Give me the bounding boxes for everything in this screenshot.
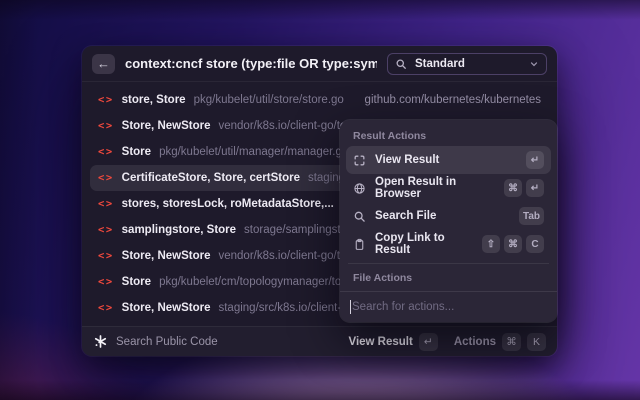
repository-name: github.com/kubernetes/kubernetes [365,94,541,106]
sourcegraph-logo-icon [93,334,108,349]
actions-search-bar [340,291,557,322]
file-path: pkg/kubelet/util/manager/manager.go [159,146,348,158]
actions-menu: Result ActionsView Result↵Open Result in… [340,120,557,322]
return-key-badge: ↵ [419,333,438,351]
menu-item-label: Copy Link to Result [375,232,474,256]
key-badge: C [526,235,544,253]
menu-item[interactable]: Open Result in Browser ⌘↵ [346,174,551,202]
symbol-names: samplingstore, Store [122,224,236,236]
key-badge: ⌘ [504,179,522,197]
shortcut-keys: ⇧⌘C [482,235,544,253]
dropdown-selected-value: Standard [415,58,465,70]
view-result-icon [353,154,367,167]
file-path: pkg/kubelet/util/store/store.go [194,94,344,106]
code-symbol-icon: <> [98,146,114,158]
symbol-names: Store [122,146,151,158]
actions-button[interactable]: Actions [454,336,496,348]
key-badge: ⌘ [504,235,522,253]
code-symbol-icon: <> [98,120,114,132]
shortcut-keys: Tab [519,207,544,225]
actions-search-input[interactable] [352,301,547,313]
code-symbol-icon: <> [98,224,114,236]
code-symbol-icon: <> [98,250,114,262]
menu-section-title: Result Actions [346,124,551,146]
symbol-names: Store, NewStore [122,250,211,262]
query-bar: ← context:cncf store (type:file OR type:… [82,46,557,82]
code-symbol-icon: <> [98,198,114,210]
back-arrow-icon: ← [97,57,110,70]
menu-item-label: Open Result in Browser [375,176,496,200]
menu-section-divider [348,263,549,264]
symbol-names: CertificateStore, Store, certStore [122,172,300,184]
symbol-names: store, Store [122,94,186,106]
search-pattern-dropdown[interactable]: Standard [387,53,547,75]
menu-item[interactable]: Copy Link to Result ⇧⌘C [346,230,551,258]
globe-icon [353,182,367,195]
key-badge: ⇧ [482,235,500,253]
menu-item-label: Search File [375,210,436,222]
symbol-names: Store [122,276,151,288]
symbol-names: stores, storesLock, roMetadataStore,... [122,198,334,210]
code-symbol-icon: <> [98,276,114,288]
app-label: Search Public Code [116,336,218,348]
menu-section-title: File Actions [346,266,551,288]
code-symbol-icon: <> [98,94,114,106]
view-result-action[interactable]: View Result [348,336,412,348]
chevron-down-icon [529,59,539,69]
key-badge: ↵ [526,179,544,197]
clipboard-icon [353,238,367,251]
actions-menu-list: Result ActionsView Result↵Open Result in… [340,120,557,291]
search-icon [395,58,409,70]
code-symbol-icon: <> [98,172,114,184]
k-key-badge: K [527,333,546,351]
key-badge: Tab [519,207,544,225]
symbol-names: Store, NewStore [122,302,211,314]
menu-item[interactable]: Search File Tab [346,202,551,230]
shortcut-keys: ⌘↵ [504,179,544,197]
back-button[interactable]: ← [92,54,115,74]
search-icon [353,210,367,223]
symbol-names: Store, NewStore [122,120,211,132]
status-bar: Search Public Code View Result ↵ Actions… [82,326,557,356]
shortcut-keys: ↵ [526,151,544,169]
cmd-key-badge: ⌘ [502,333,521,351]
code-symbol-icon: <> [98,302,114,314]
result-row[interactable]: <> store, Store pkg/kubelet/util/store/sto… [90,87,549,113]
search-query-input[interactable]: context:cncf store (type:file OR type:sy… [125,56,377,71]
key-badge: ↵ [526,151,544,169]
text-caret [350,300,351,314]
menu-item-label: View Result [375,154,439,166]
menu-item[interactable]: View Result ↵ [346,146,551,174]
